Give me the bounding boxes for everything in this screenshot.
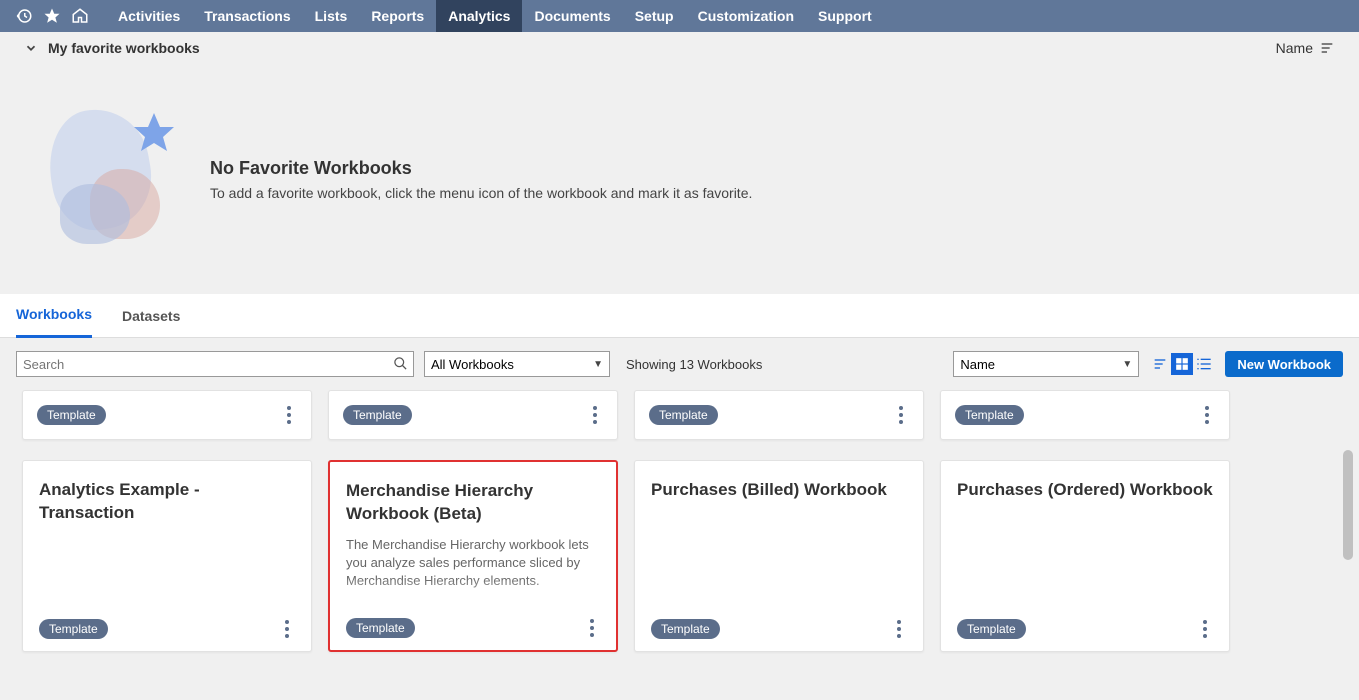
nav-activities[interactable]: Activities <box>106 0 192 32</box>
empty-text: To add a favorite workbook, click the me… <box>210 185 752 201</box>
favorites-illustration <box>40 99 180 259</box>
showing-count: Showing 13 Workbooks <box>626 357 762 372</box>
card-title: Merchandise Hierarchy Workbook (Beta) <box>346 480 600 526</box>
nav-customization[interactable]: Customization <box>686 0 806 32</box>
nav-lists[interactable]: Lists <box>303 0 360 32</box>
kebab-icon[interactable] <box>587 406 603 424</box>
workbook-card[interactable]: Merchandise Hierarchy Workbook (Beta) The… <box>328 460 618 652</box>
cards-area: Template Template Template Template Analyti… <box>0 390 1359 700</box>
kebab-icon[interactable] <box>281 406 297 424</box>
empty-title: No Favorite Workbooks <box>210 158 752 179</box>
card-description <box>651 512 907 619</box>
caret-down-icon: ▼ <box>593 359 603 370</box>
sort-select[interactable]: Name ▼ <box>953 351 1139 377</box>
sort-value: Name <box>960 357 995 372</box>
workbook-card[interactable]: Purchases (Billed) Workbook Template <box>634 460 924 652</box>
kebab-icon[interactable] <box>1199 406 1215 424</box>
caret-down-icon: ▼ <box>1122 359 1132 370</box>
scrollbar[interactable] <box>1343 450 1353 560</box>
chevron-down-icon[interactable] <box>24 41 38 55</box>
nav-analytics[interactable]: Analytics <box>436 0 522 32</box>
template-badge: Template <box>343 405 412 425</box>
favorites-body: No Favorite Workbooks To add a favorite … <box>0 64 1359 294</box>
favorites-title: My favorite workbooks <box>48 40 200 56</box>
workbook-card-partial[interactable]: Template <box>940 390 1230 440</box>
nav-transactions[interactable]: Transactions <box>192 0 302 32</box>
template-badge: Template <box>39 619 108 639</box>
filter-select[interactable]: All Workbooks ▼ <box>424 351 610 377</box>
top-navigation: Activities Transactions Lists Reports An… <box>0 0 1359 32</box>
home-icon[interactable] <box>66 0 94 32</box>
favorites-sort[interactable]: Name <box>1276 40 1335 56</box>
favorites-sort-label: Name <box>1276 40 1313 56</box>
search-input[interactable] <box>16 351 414 377</box>
template-badge: Template <box>37 405 106 425</box>
template-badge: Template <box>651 619 720 639</box>
kebab-icon[interactable] <box>1197 620 1213 638</box>
search-icon[interactable] <box>393 356 408 371</box>
nav-setup[interactable]: Setup <box>623 0 686 32</box>
workbook-card-partial[interactable]: Template <box>634 390 924 440</box>
nav-reports[interactable]: Reports <box>359 0 436 32</box>
card-description <box>39 535 295 619</box>
kebab-icon[interactable] <box>584 619 600 637</box>
template-badge: Template <box>957 619 1026 639</box>
content-tabs: Workbooks Datasets <box>0 294 1359 338</box>
card-title: Purchases (Billed) Workbook <box>651 479 907 502</box>
view-sort-icon[interactable] <box>1149 353 1171 375</box>
nav-support[interactable]: Support <box>806 0 884 32</box>
template-badge: Template <box>346 618 415 638</box>
card-title: Analytics Example - Transaction <box>39 479 295 525</box>
workbook-card-partial[interactable]: Template <box>328 390 618 440</box>
template-badge: Template <box>955 405 1024 425</box>
view-grid-icon[interactable] <box>1171 353 1193 375</box>
tab-workbooks[interactable]: Workbooks <box>16 294 92 338</box>
kebab-icon[interactable] <box>893 406 909 424</box>
filter-value: All Workbooks <box>431 357 514 372</box>
kebab-icon[interactable] <box>279 620 295 638</box>
history-icon[interactable] <box>10 0 38 32</box>
workbook-card[interactable]: Purchases (Ordered) Workbook Template <box>940 460 1230 652</box>
tab-datasets[interactable]: Datasets <box>122 294 180 338</box>
view-list-icon[interactable] <box>1193 353 1215 375</box>
workbook-card-partial[interactable]: Template <box>22 390 312 440</box>
template-badge: Template <box>649 405 718 425</box>
card-description <box>957 512 1213 619</box>
card-description: The Merchandise Hierarchy workbook lets … <box>346 536 600 618</box>
star-icon[interactable] <box>38 0 66 32</box>
list-toolbar: All Workbooks ▼ Showing 13 Workbooks Nam… <box>0 338 1359 390</box>
star-icon <box>130 109 178 157</box>
new-workbook-button[interactable]: New Workbook <box>1225 351 1343 377</box>
card-title: Purchases (Ordered) Workbook <box>957 479 1213 502</box>
nav-documents[interactable]: Documents <box>522 0 622 32</box>
workbook-card[interactable]: Analytics Example - Transaction Template <box>22 460 312 652</box>
favorites-header: My favorite workbooks Name <box>0 32 1359 64</box>
kebab-icon[interactable] <box>891 620 907 638</box>
